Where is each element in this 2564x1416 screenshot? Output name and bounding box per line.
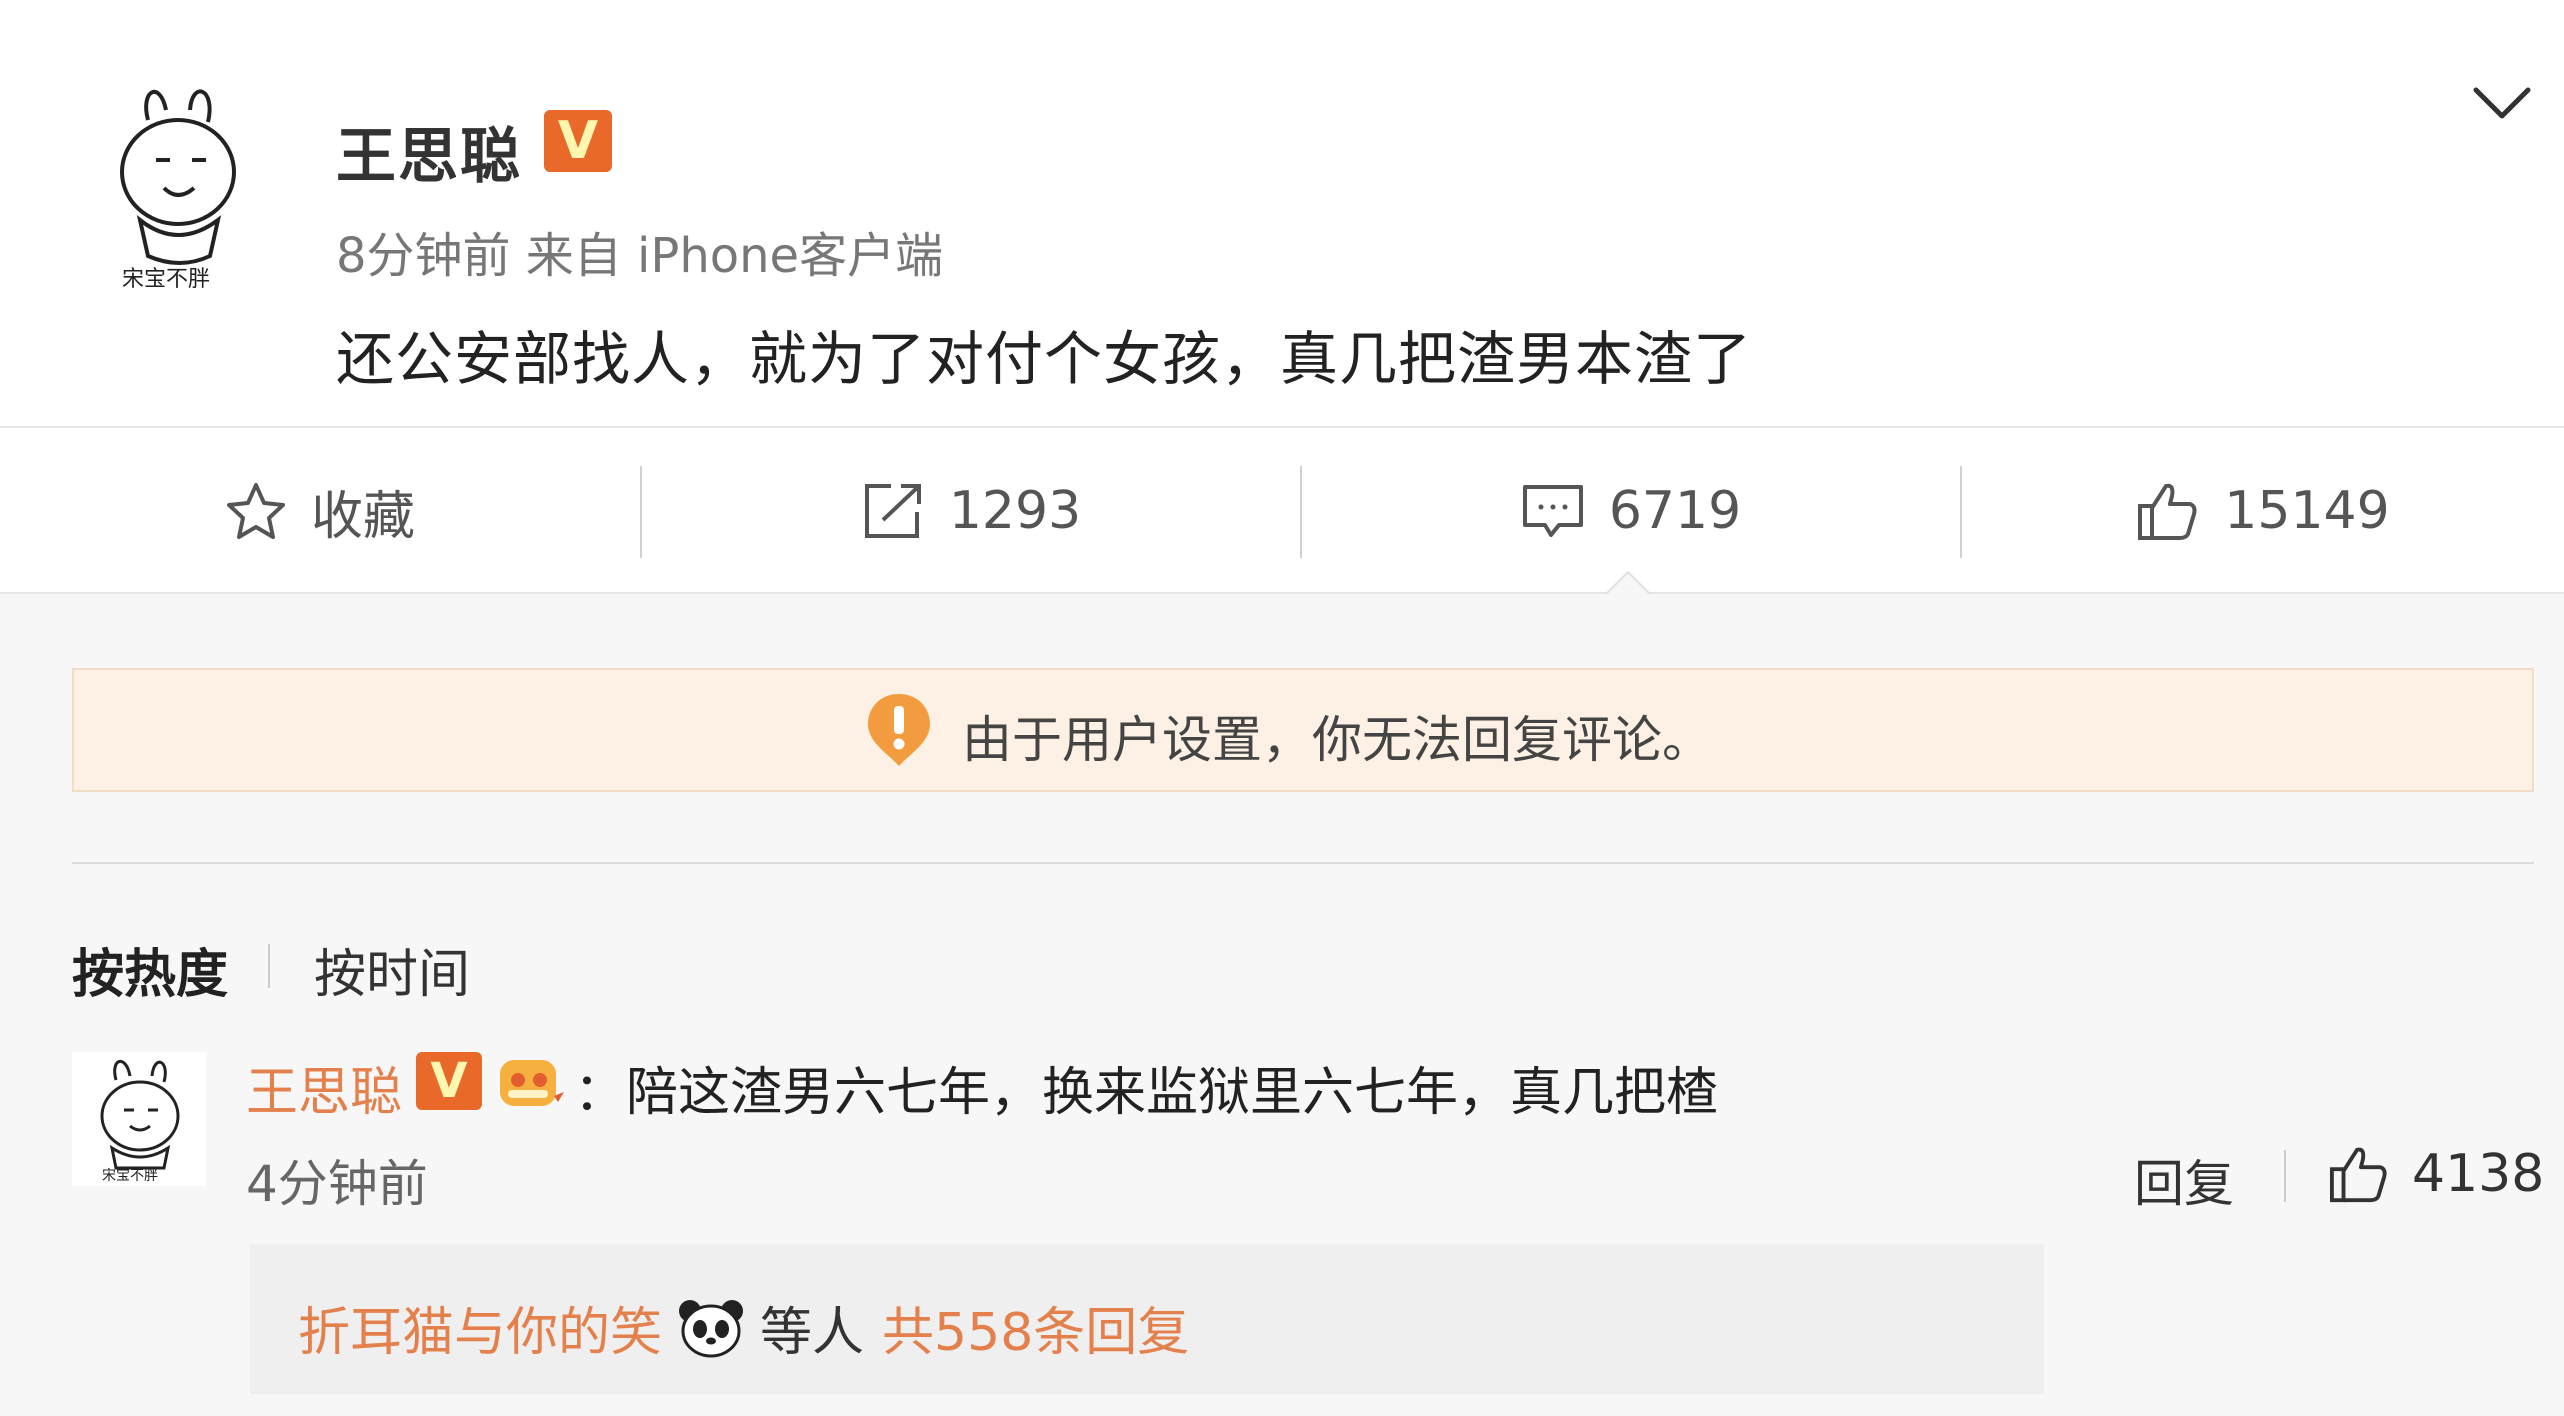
sort-separator [268,944,270,988]
share-arrow-icon [864,484,921,538]
comment-like-button[interactable]: 4138 [2328,1134,2544,1214]
verified-badge-icon: V [544,110,612,172]
comment-author-name[interactable]: 王思聪 [246,1050,402,1125]
chevron-down-icon[interactable] [2470,80,2534,128]
svg-text:宋宝不胖: 宋宝不胖 [102,1168,158,1184]
action-bar: 收藏 1293 6719 15149 [0,428,2564,594]
notice-text: 由于用户设置，你无法回复评论。 [962,711,1712,769]
verified-badge-icon: V [416,1052,482,1110]
reply-user-name[interactable]: 折耳猫与你的笑 [298,1290,662,1365]
like-button[interactable]: 15149 [1962,428,2564,594]
comment-bubble-icon [1522,485,1583,537]
reply-separator [2284,1150,2286,1202]
divider [72,862,2534,864]
comment-text: ：陪这渣男六七年，换来监狱里六七年，真几把楂 [574,1050,1718,1125]
thumbs-up-icon [2329,1147,2387,1203]
exclamation-alert-icon [866,692,932,768]
comment-count: 6719 [1608,481,1742,541]
favorite-label: 收藏 [310,486,415,547]
comment-body: 陪这渣男六七年，换来监狱里六七年，真几把楂 [626,1063,1719,1123]
comment-separator: ： [574,1063,627,1123]
panda-emoji-icon [676,1297,746,1359]
vip-member-icon [494,1050,568,1112]
repost-button[interactable]: 1293 [642,428,1300,594]
weibo-post: 宋宝不胖 王思聪 V 8分钟前 来自 iPhone客户端 还公安部找人，就为了对… [0,0,2564,428]
action-separator [640,466,642,558]
author-avatar[interactable]: 宋宝不胖 [100,80,260,300]
action-separator [1300,466,1302,558]
post-meta: 8分钟前 来自 iPhone客户端 [336,228,944,284]
active-tab-caret [1605,570,1651,596]
reply-total-link[interactable]: 共558条回复 [882,1290,1189,1365]
divider [0,592,2564,594]
comment-avatar[interactable]: 宋宝不胖 [72,1052,206,1186]
thumbs-up-icon [2138,483,2197,540]
comment-like-count: 4138 [2412,1144,2545,1204]
star-outline-icon [226,483,285,539]
sort-by-time-tab[interactable]: 按时间 [314,932,470,1007]
favorite-button[interactable]: 收藏 [0,428,640,594]
sub-replies-summary[interactable]: 折耳猫与你的笑 等人 共558条回复 [298,1290,1189,1365]
reply-others-label: 等人 [760,1303,865,1363]
svg-text:宋宝不胖: 宋宝不胖 [122,267,210,292]
post-text: 还公安部找人，就为了对付个女孩，真几把渣男本渣了 [336,325,1753,393]
repost-count: 1293 [948,481,1082,541]
post-author-name[interactable]: 王思聪 [336,108,522,195]
reply-button[interactable]: 回复 [2134,1144,2234,1216]
comment-time: 4分钟前 [246,1155,428,1213]
action-separator [1960,466,1962,558]
sort-by-hot-tab[interactable]: 按热度 [72,932,228,1007]
like-count: 15149 [2224,481,2390,541]
